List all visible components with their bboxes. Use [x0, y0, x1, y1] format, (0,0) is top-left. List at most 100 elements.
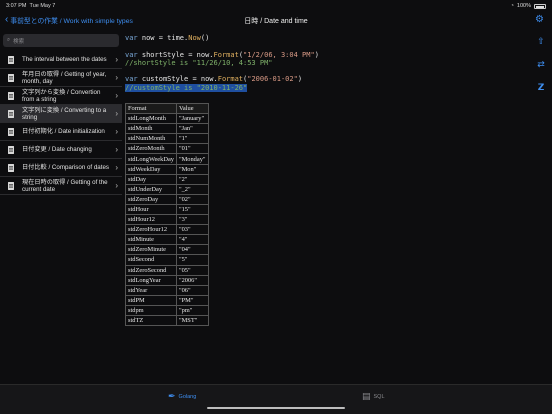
value-cell: "PM": [175, 294, 209, 306]
document-icon: [8, 146, 14, 154]
format-cell: stdZeroHour12: [125, 224, 177, 236]
table-row: stdZeroDay "02": [125, 193, 209, 205]
status-indicators: ◔ 100%: [511, 3, 546, 9]
table-row: stdWeekDay "Mon": [125, 163, 209, 175]
table-row: stdPM "PM": [125, 294, 209, 306]
value-cell: "4": [175, 234, 209, 246]
format-cell: stdZeroMonth: [125, 143, 177, 155]
database-icon: ▤: [362, 391, 371, 401]
tab-bar: ✒ Golang ▤ SQL: [0, 384, 552, 414]
text-size-icon[interactable]: 𝗭: [536, 82, 546, 93]
chevron-right-icon: ›: [115, 55, 118, 64]
table-row: stdZeroHour12 "03": [125, 224, 209, 236]
table-row: stdDay "2": [125, 173, 209, 185]
sidebar-item-current-date[interactable]: 現在日時の取得 / Getting of the current date ›: [0, 177, 122, 195]
table-row: stdMinute "4": [125, 234, 209, 246]
document-icon: [8, 164, 14, 172]
code-line-5: //customStyle is "2010-11-26": [125, 83, 248, 92]
sidebar: ⌕ 検索 The interval between the dates › 年月…: [0, 30, 122, 384]
code-line-1: var now = time.Now(): [125, 34, 210, 42]
share-icon[interactable]: ⇧: [536, 36, 546, 47]
code-line-2: var shortStyle = now.Format("1/2/06, 3:0…: [125, 50, 319, 59]
document-icon: [8, 110, 14, 118]
swap-icon[interactable]: ⇄: [536, 59, 546, 70]
format-cell: stdWeekDay: [125, 163, 177, 175]
format-cell: stdMonth: [125, 123, 177, 135]
navigation-bar: ‹ 事前型との作業 / Work with simple types 日時 / …: [0, 12, 552, 30]
table-row: stdUnderDay "_2": [125, 183, 209, 195]
sidebar-item-interval[interactable]: The interval between the dates ›: [0, 51, 122, 69]
status-time: 3:07 PM Tue May 7: [6, 3, 56, 9]
tab-golang[interactable]: ✒ Golang: [168, 391, 196, 402]
tab-label: Golang: [178, 393, 197, 400]
code-block: var now = time.Now() var shortStyle = no…: [125, 34, 319, 92]
sidebar-item-from-string[interactable]: 文字列から変換 / Convertion from a string ›: [0, 87, 122, 105]
chevron-right-icon: ›: [115, 109, 118, 118]
status-bar: 3:07 PM Tue May 7 ◔ 100%: [0, 0, 552, 12]
document-icon: [8, 182, 14, 190]
table-row: stdHour12 "3": [125, 214, 209, 226]
sidebar-item-label: 現在日時の取得 / Getting of the current date: [22, 178, 108, 193]
format-cell: stdHour: [125, 203, 177, 216]
chevron-right-icon: ›: [115, 91, 118, 100]
table-row: stdLongWeekDay "Monday": [125, 153, 209, 165]
sidebar-item-label: The interval between the dates: [22, 56, 107, 63]
format-cell: stdLongYear: [125, 274, 177, 286]
format-table: Format Value stdLongMonth "January" stdMon…: [125, 102, 209, 327]
format-cell: stdDay: [125, 173, 177, 185]
table-row: stdMonth "Jan": [125, 123, 209, 135]
format-cell: stdMinute: [125, 234, 177, 246]
format-cell: stdLongMonth: [125, 113, 177, 125]
gear-icon[interactable]: ⚙: [535, 14, 544, 25]
table-row: stdHour "15": [125, 203, 209, 216]
sidebar-item-date-init[interactable]: 日付初期化 / Date initialization ›: [0, 123, 122, 141]
code-content: var now = time.Now() var shortStyle = no…: [122, 30, 530, 384]
value-cell: "05": [175, 264, 209, 276]
chevron-right-icon: ›: [115, 181, 118, 190]
table-body: stdLongMonth "January" stdMonth "Jan" stdNum…: [125, 113, 209, 327]
sidebar-item-compare[interactable]: 日付比較 / Comparison of dates ›: [0, 159, 122, 177]
value-cell: "2006": [175, 274, 209, 286]
sidebar-item-year-month-day[interactable]: 年月日の取得 / Getting of year, month, day ›: [0, 69, 122, 87]
tab-label: SQL: [373, 393, 385, 400]
value-cell: "15": [175, 203, 209, 216]
wifi-icon: ◔: [510, 3, 514, 9]
code-line-4: var customStyle = now.Format("2006-01-02…: [125, 75, 303, 84]
table-row: stdZeroMonth "01": [125, 143, 209, 155]
sidebar-item-label: 文字列に変換 / Converting to a string: [22, 106, 107, 121]
value-cell: "Monday": [175, 153, 209, 165]
table-row: stdYear "06": [125, 284, 209, 296]
format-cell: stdZeroMinute: [125, 244, 177, 256]
search-placeholder: 検索: [13, 38, 25, 45]
sidebar-item-label: 日付初期化 / Date initialization: [22, 128, 105, 135]
format-cell: stdYear: [125, 284, 177, 296]
value-cell: "06": [175, 284, 209, 296]
table-row: stdLongMonth "January": [125, 113, 209, 125]
value-cell: "January": [175, 113, 209, 125]
table-row: stdSecond "5": [125, 254, 209, 266]
sidebar-item-date-change[interactable]: 日付変更 / Date changing ›: [0, 141, 122, 159]
tool-rail: ⇧ ⇄ 𝗭: [536, 36, 546, 105]
format-cell: stdZeroSecond: [125, 264, 177, 276]
value-cell: "3": [175, 214, 209, 226]
format-cell: stdPM: [125, 294, 177, 306]
table-row: stdLongYear "2006": [125, 274, 209, 286]
sidebar-item-to-string[interactable]: 文字列に変換 / Converting to a string ›: [0, 105, 122, 123]
format-cell: stdTZ: [125, 314, 177, 327]
document-icon: [8, 56, 14, 64]
page-title: 日時 / Date and time: [244, 18, 308, 25]
value-cell: "1": [175, 133, 209, 145]
search-icon: ⌕: [7, 37, 11, 43]
format-cell: stdSecond: [125, 254, 177, 266]
sidebar-item-label: 年月日の取得 / Getting of year, month, day: [22, 70, 107, 85]
battery-percent: 100%: [516, 3, 531, 9]
tab-sql[interactable]: ▤ SQL: [362, 391, 385, 402]
table-row: stdZeroMinute "04": [125, 244, 209, 256]
value-cell: "5": [175, 254, 209, 266]
sidebar-item-label: 日付比較 / Comparison of dates: [22, 164, 109, 171]
search-field[interactable]: ⌕ 検索: [3, 34, 119, 47]
value-cell: "_2": [175, 183, 209, 195]
sidebar-item-label: 日付変更 / Date changing: [22, 146, 92, 153]
document-icon: [8, 74, 14, 82]
format-cell: stdLongWeekDay: [125, 153, 177, 165]
